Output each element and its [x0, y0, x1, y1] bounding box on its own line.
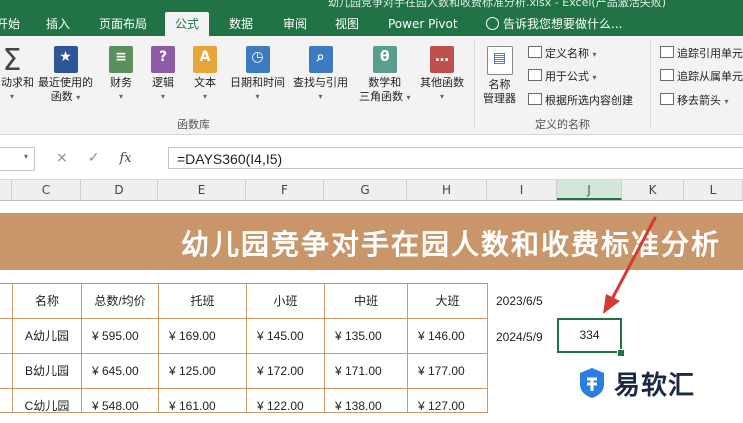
- watermark-text: 易软汇: [614, 370, 696, 401]
- watermark: 易软汇: [578, 363, 695, 403]
- annotation-arrow: [603, 216, 657, 314]
- shield-logo-icon: [578, 367, 606, 399]
